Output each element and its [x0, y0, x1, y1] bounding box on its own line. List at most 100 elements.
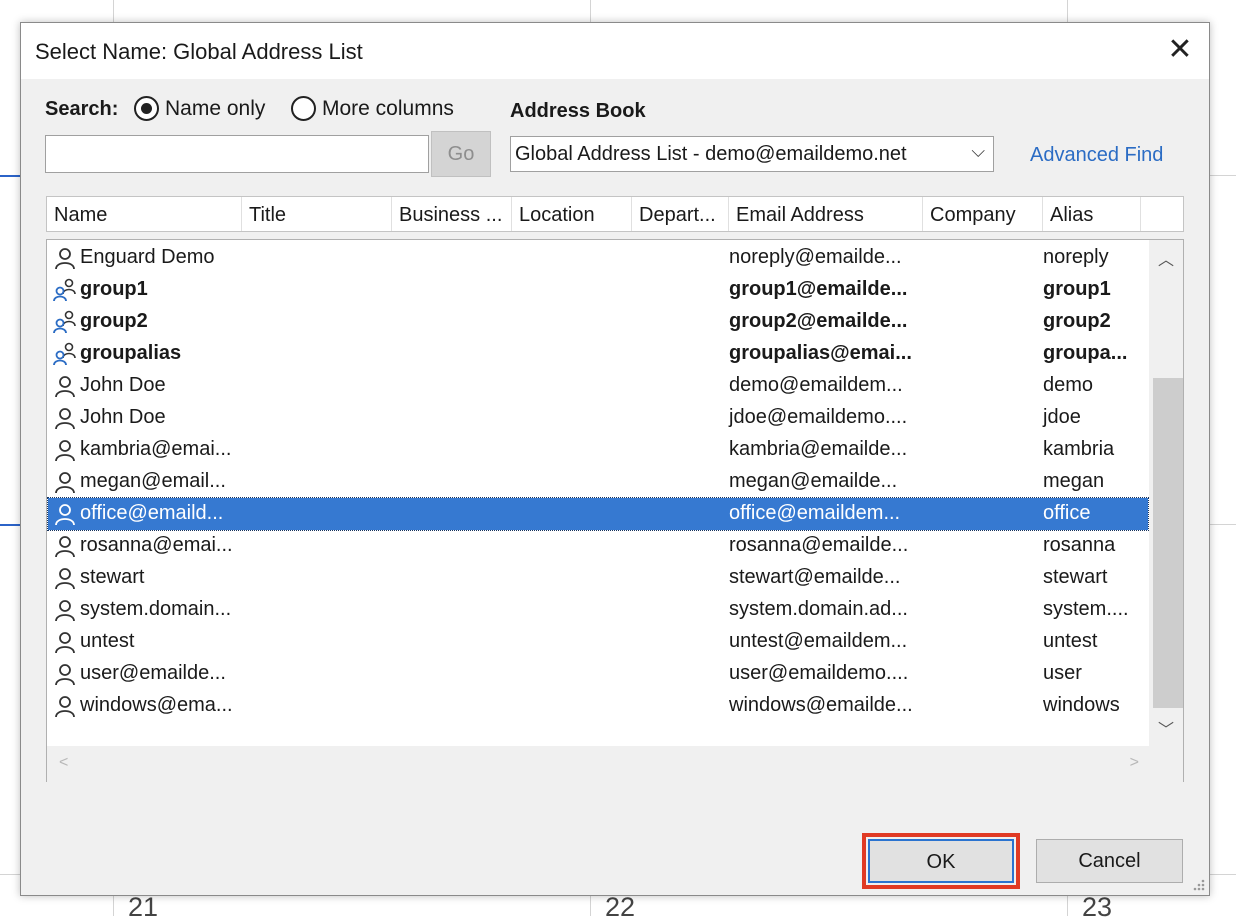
list-row[interactable]: megan@email... megan@emailde... megan	[48, 466, 1148, 498]
list-row[interactable]: Enguard Demo noreply@emailde... noreply	[48, 242, 1148, 274]
user-icon	[53, 598, 77, 622]
row-alias: kambria	[1043, 438, 1115, 460]
list-row[interactable]: windows@ema... windows@emailde... windows	[48, 690, 1148, 722]
list-row[interactable]: John Doe jdoe@emaildemo.... jdoe	[48, 402, 1148, 434]
column-business[interactable]: Business ...	[392, 197, 512, 231]
row-name: office@emaild...	[80, 502, 224, 524]
column-title[interactable]: Title	[242, 197, 392, 231]
scroll-right-icon[interactable]: >	[1130, 754, 1139, 772]
row-alias: system....	[1043, 598, 1129, 620]
column-name[interactable]: Name	[47, 197, 242, 231]
column-alias[interactable]: Alias	[1043, 197, 1141, 231]
row-name: stewart	[80, 566, 145, 588]
vertical-scrollbar[interactable]: ︿ ﹀	[1149, 240, 1183, 746]
go-button[interactable]: Go	[431, 131, 491, 177]
ok-button[interactable]: OK	[868, 839, 1014, 883]
row-email: kambria@emailde...	[729, 438, 908, 460]
row-email: jdoe@emaildemo....	[729, 406, 908, 428]
address-book-label: Address Book	[510, 100, 646, 122]
list-row[interactable]: group1 group1@emailde... group1	[48, 274, 1148, 306]
more-columns-label: More columns	[322, 96, 454, 120]
row-alias: demo	[1043, 374, 1094, 396]
row-name: windows@ema...	[80, 694, 233, 716]
row-alias: rosanna	[1043, 534, 1116, 556]
list-row[interactable]: group2 group2@emailde... group2	[48, 306, 1148, 338]
scroll-up-icon[interactable]: ︿	[1149, 246, 1183, 272]
search-input[interactable]	[45, 135, 429, 173]
row-alias: jdoe	[1043, 406, 1081, 428]
row-email: office@emaildem...	[729, 502, 901, 524]
group-icon	[53, 278, 77, 302]
user-icon	[53, 502, 77, 526]
calendar-today-marker	[0, 175, 20, 177]
user-icon	[53, 662, 77, 686]
list-row[interactable]: office@emaild... office@emaildem... office	[47, 497, 1149, 531]
row-email: system.domain.ad...	[729, 598, 908, 620]
cancel-button[interactable]: Cancel	[1036, 839, 1183, 883]
close-button[interactable]: ✕	[1165, 35, 1195, 65]
row-email: demo@emaildem...	[729, 374, 903, 396]
list-row[interactable]: John Doe demo@emaildem... demo	[48, 370, 1148, 402]
row-name: Enguard Demo	[80, 246, 215, 268]
group-icon	[53, 342, 77, 366]
radio-unchecked-icon	[291, 96, 316, 121]
select-name-dialog: Select Name: Global Address List ✕ Searc…	[20, 22, 1210, 896]
address-book-dropdown[interactable]: Global Address List - demo@emaildemo.net…	[510, 136, 994, 172]
row-alias: user	[1043, 662, 1082, 684]
scrollbar-corner	[1149, 746, 1183, 782]
user-icon	[53, 566, 77, 590]
calendar-day-number: 23	[1082, 892, 1113, 922]
horizontal-scrollbar[interactable]: < >	[47, 746, 1151, 782]
scroll-left-icon[interactable]: <	[59, 754, 68, 772]
list-row[interactable]: untest untest@emaildem... untest	[48, 626, 1148, 658]
calendar-today-marker	[0, 524, 20, 526]
more-columns-radio[interactable]: More columns	[291, 96, 454, 121]
column-email-address[interactable]: Email Address	[729, 197, 923, 231]
group-icon	[53, 310, 77, 334]
row-name: group1	[80, 278, 148, 300]
list-row[interactable]: system.domain... system.domain.ad... syste…	[48, 594, 1148, 626]
user-icon	[53, 630, 77, 654]
row-alias: noreply	[1043, 246, 1109, 268]
user-icon	[53, 438, 77, 462]
address-book-selected: Global Address List - demo@emaildemo.net	[515, 143, 907, 165]
close-icon: ✕	[1167, 33, 1193, 66]
title-bar: Select Name: Global Address List ✕	[21, 23, 1209, 79]
row-name: untest	[80, 630, 135, 652]
row-name: groupalias	[80, 342, 182, 364]
column-header: Name Title Business ... Location Depart.…	[46, 196, 1184, 232]
column-company[interactable]: Company	[923, 197, 1043, 231]
name-only-radio[interactable]: Name only	[134, 96, 265, 121]
list-row[interactable]: kambria@emai... kambria@emailde... kambria	[48, 434, 1148, 466]
row-email: group2@emailde...	[729, 310, 908, 332]
resize-grip-icon[interactable]	[1191, 877, 1205, 891]
scroll-thumb[interactable]	[1153, 378, 1183, 708]
row-alias: group2	[1043, 310, 1111, 332]
address-list: ︿ ﹀ < > Enguard Demo noreply@emailde... no…	[46, 239, 1184, 782]
list-row[interactable]: stewart stewart@emailde... stewart	[48, 562, 1148, 594]
list-row[interactable]: rosanna@emai... rosanna@emailde... rosanna	[48, 530, 1148, 562]
user-icon	[53, 534, 77, 558]
row-name: system.domain...	[80, 598, 232, 620]
user-icon	[53, 374, 77, 398]
name-only-label: Name only	[165, 96, 266, 120]
row-name: John Doe	[80, 374, 166, 396]
row-email: user@emaildemo....	[729, 662, 909, 684]
dialog-title: Select Name: Global Address List	[35, 39, 363, 64]
user-icon	[53, 694, 77, 718]
row-name: John Doe	[80, 406, 166, 428]
row-alias: windows	[1043, 694, 1120, 716]
list-row[interactable]: user@emailde... user@emaildemo.... user	[48, 658, 1148, 690]
column-location[interactable]: Location	[512, 197, 632, 231]
chevron-down-icon: ⌵	[971, 141, 985, 161]
row-alias: groupa...	[1043, 342, 1128, 364]
advanced-find-link[interactable]: Advanced Find	[1030, 144, 1163, 167]
row-name: kambria@emai...	[80, 438, 232, 460]
list-row[interactable]: groupalias groupalias@emai... groupa...	[48, 338, 1148, 370]
row-email: untest@emaildem...	[729, 630, 908, 652]
scroll-down-icon[interactable]: ﹀	[1149, 716, 1183, 742]
row-alias: stewart	[1043, 566, 1108, 588]
user-icon	[53, 470, 77, 494]
row-name: group2	[80, 310, 148, 332]
column-department[interactable]: Depart...	[632, 197, 729, 231]
